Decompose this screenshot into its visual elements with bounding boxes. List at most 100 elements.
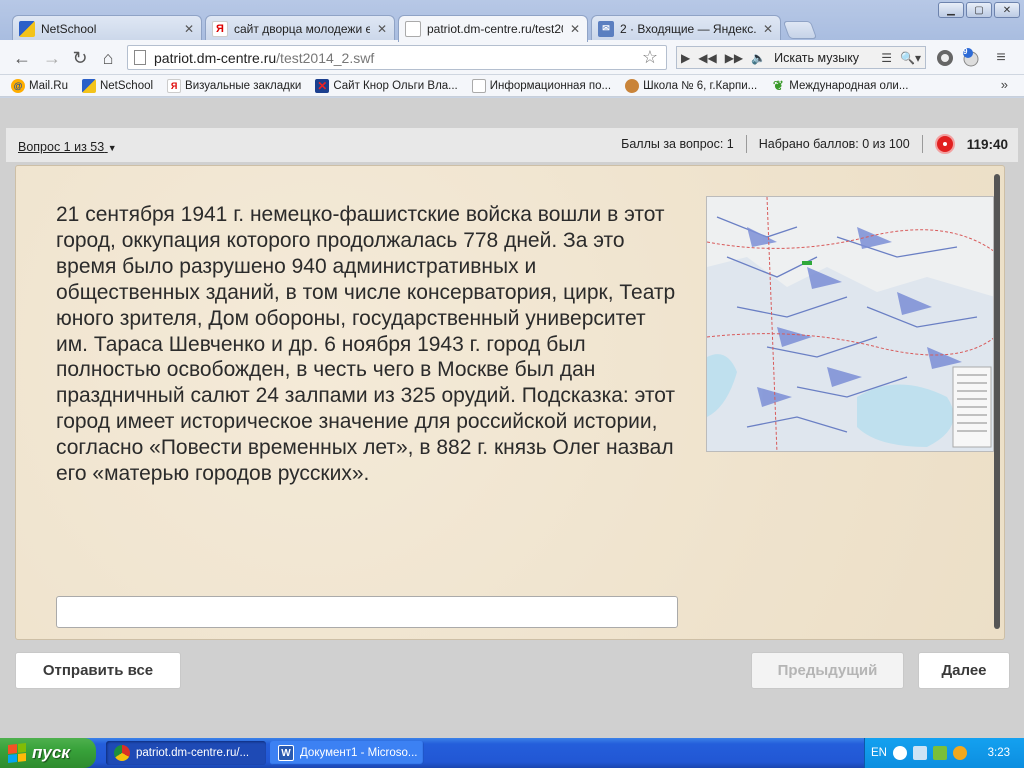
tab-label: сайт дворца молодежи ека: [234, 21, 370, 36]
bookmark-info[interactable]: Информационная по...: [471, 78, 612, 93]
question-card: 21 сентября 1941 г. немецко-фашистские в…: [15, 165, 1005, 640]
reload-button[interactable]: ↻: [70, 48, 90, 68]
divider: [921, 135, 923, 153]
more-bookmarks-button[interactable]: »: [1001, 77, 1008, 92]
taskbar-item-word[interactable]: W Документ1 - Microso...: [270, 741, 424, 765]
close-icon[interactable]: ✕: [376, 22, 388, 36]
minimize-button[interactable]: ▁: [938, 2, 964, 18]
netschool-icon: [81, 78, 96, 93]
bookmark-label: Школа № 6, г.Карпи...: [643, 79, 758, 92]
close-icon[interactable]: ✕: [762, 22, 774, 36]
mailru-icon: @: [11, 78, 25, 93]
browser-toolbar: ← → ↻ ⌂ patriot.dm-centre.ru/test2014_2.…: [0, 40, 1024, 75]
leaf-icon: ❦: [772, 77, 784, 93]
bookmark-star-icon[interactable]: ☆: [642, 47, 658, 68]
rewind-icon[interactable]: ◀◀: [694, 51, 720, 65]
timer: 119:40: [966, 136, 1008, 152]
url-host: patriot.dm-centre.ru: [154, 49, 277, 66]
mail-icon: ✉: [598, 20, 614, 37]
scrollbar[interactable]: [994, 174, 1000, 629]
tab-label: patriot.dm-centre.ru/test20: [427, 22, 563, 36]
fast-forward-icon[interactable]: ▶▶: [721, 51, 747, 65]
yandex-icon: Я: [212, 20, 228, 37]
clock: 3:23: [987, 747, 1010, 759]
points-per-question: Баллы за вопрос: 1: [621, 137, 734, 151]
bookmark-school[interactable]: Школа № 6, г.Карпи...: [625, 78, 758, 93]
chevron-down-icon: ▼: [107, 143, 117, 153]
bookmark-label: NetSchool: [99, 79, 154, 92]
home-icon[interactable]: ⌂: [98, 48, 118, 68]
bookmark-label: Визуальные закладки: [185, 79, 302, 92]
page-icon: [471, 78, 486, 93]
windows-taskbar: пуск patriot.dm-centre.ru/... W Документ…: [0, 738, 1024, 768]
question-selector[interactable]: Вопрос 1 из 53 ▼: [18, 140, 117, 154]
war-map-image: [706, 196, 994, 452]
next-button[interactable]: Далее: [918, 652, 1010, 689]
tab-yandex-mail[interactable]: ✉ 2 · Входящие — Яндекс.По ✕: [591, 15, 781, 41]
back-button[interactable]: ←: [12, 48, 32, 68]
windows-logo-icon: [8, 743, 26, 763]
test-header: Вопрос 1 из 53 ▼ Баллы за вопрос: 1 Набр…: [6, 128, 1018, 162]
bookmark-mailru[interactable]: @ Mail.Ru: [11, 78, 68, 93]
test-page: Вопрос 1 из 53 ▼ Баллы за вопрос: 1 Набр…: [0, 98, 1024, 738]
divider: [745, 135, 747, 153]
bookmark-visual[interactable]: Я Визуальные закладки: [167, 78, 302, 93]
nvidia-icon[interactable]: [932, 746, 947, 760]
close-window-button[interactable]: ✕: [994, 2, 1020, 18]
language-indicator[interactable]: EN: [871, 747, 887, 759]
taskbar-item-browser[interactable]: patriot.dm-centre.ru/...: [106, 741, 266, 765]
extension-icon[interactable]: [934, 47, 956, 69]
music-search-input[interactable]: Искать музыку: [770, 51, 877, 65]
bookmark-label: Международная оли...: [789, 79, 909, 92]
tab-netschool[interactable]: NetSchool ✕: [12, 15, 202, 41]
bookmark-netschool[interactable]: NetSchool: [81, 78, 154, 93]
maximize-button[interactable]: ▢: [966, 2, 992, 18]
school-icon: [625, 78, 640, 93]
submit-all-button[interactable]: Отправить все: [15, 652, 181, 689]
close-icon[interactable]: ✕: [569, 22, 581, 36]
music-search-extension[interactable]: ▶ ◀◀ ▶▶ 🔈 Искать музыку ☰ 🔍▾: [676, 46, 926, 69]
window-controls: ▁ ▢ ✕: [938, 2, 1020, 18]
question-text: 21 сентября 1941 г. немецко-фашистские в…: [56, 203, 676, 486]
start-label: пуск: [32, 743, 70, 762]
tab-label: 2 · Входящие — Яндекс.По: [620, 21, 756, 36]
page-icon: [134, 50, 146, 65]
network-icon[interactable]: [912, 746, 927, 760]
word-icon: W: [278, 745, 294, 761]
system-tray: EN 3:23: [864, 738, 1024, 768]
page-icon: [405, 21, 421, 37]
tab-patriot-test[interactable]: patriot.dm-centre.ru/test20 ✕: [398, 15, 588, 42]
volume-icon[interactable]: 🔈: [747, 51, 770, 65]
timer-icon: [934, 134, 955, 154]
points-total: Набрано баллов: 0 из 100: [758, 137, 910, 151]
question-number: Вопрос 1 из 53: [18, 140, 105, 154]
score-panel: Баллы за вопрос: 1 Набрано баллов: 0 из …: [621, 134, 1008, 154]
close-icon[interactable]: ✕: [183, 22, 195, 36]
chrome-icon: [114, 745, 130, 761]
arrow-left-icon[interactable]: [892, 746, 907, 760]
answer-input[interactable]: [56, 596, 678, 628]
address-bar[interactable]: patriot.dm-centre.ru/test2014_2.swf ☆: [127, 45, 667, 70]
start-button[interactable]: пуск: [0, 738, 96, 768]
list-icon[interactable]: ☰: [877, 51, 896, 65]
previous-button[interactable]: Предыдущий: [751, 652, 904, 689]
forward-button[interactable]: →: [42, 48, 62, 68]
notification-count: 9: [963, 47, 968, 56]
tab-label: NetSchool: [41, 21, 97, 36]
url-path: /test2014_2.swf: [276, 49, 375, 66]
search-icon[interactable]: 🔍▾: [896, 51, 925, 65]
bookmark-knor[interactable]: ✕ Сайт Кнор Ольги Вла...: [315, 78, 458, 93]
bookmark-label: Информационная по...: [489, 79, 612, 92]
browser-titlebar: NetSchool ✕ Я сайт дворца молодежи ека ✕…: [0, 0, 1024, 42]
new-tab-button[interactable]: [782, 21, 818, 39]
tab-yandex-search[interactable]: Я сайт дворца молодежи ека ✕: [205, 15, 395, 41]
uk-flag-icon: ✕: [315, 78, 330, 93]
task-label: Документ1 - Microso...: [300, 747, 418, 759]
menu-icon[interactable]: ≡: [990, 47, 1012, 69]
notifications-icon[interactable]: 9: [960, 47, 982, 69]
bookmarks-bar: @ Mail.Ru NetSchool Я Визуальные закладк…: [0, 75, 1024, 97]
bookmark-olympiad[interactable]: ❦ Международная оли...: [771, 77, 909, 93]
task-label: patriot.dm-centre.ru/...: [136, 747, 250, 759]
agent-icon[interactable]: [952, 746, 967, 760]
play-icon[interactable]: ▶: [677, 51, 694, 65]
